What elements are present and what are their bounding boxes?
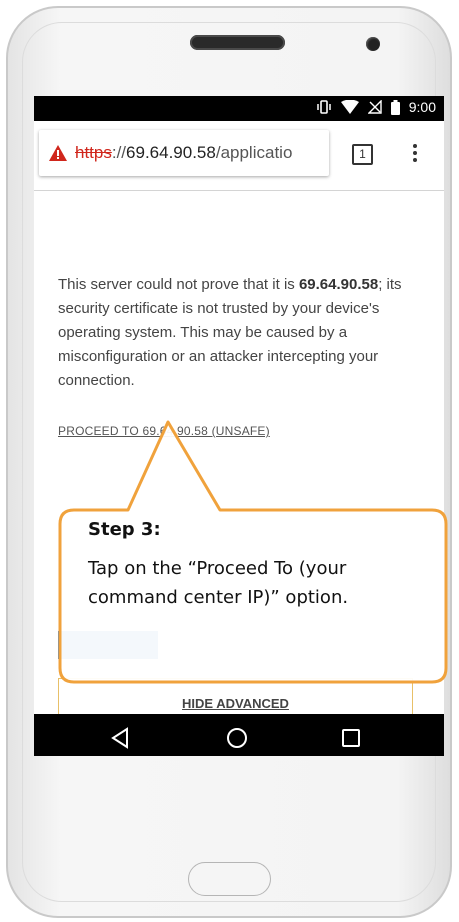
callout-content: Step 3: Tap on the “Proceed To (your com… — [88, 519, 438, 612]
callout-title: Step 3: — [88, 519, 161, 540]
callout-body: Tap on the “Proceed To (your command cen… — [88, 558, 349, 608]
step-callout — [58, 420, 448, 684]
